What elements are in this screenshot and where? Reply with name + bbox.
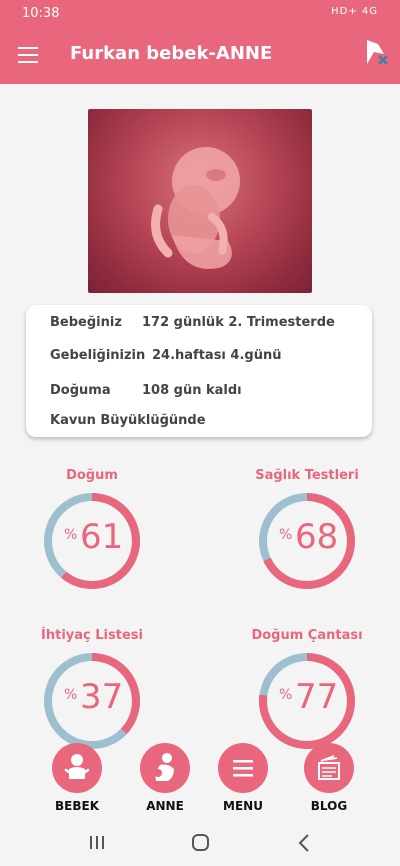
info-row-size: Kavun Büyüklüğünde <box>50 413 206 428</box>
pregnancy-info-card: Bebeğiniz 172 günlük 2. Trimesterde Gebe… <box>26 305 372 437</box>
info-label: Bebeğiniz <box>50 315 122 330</box>
info-label: Kavun Büyüklüğünde <box>50 413 206 428</box>
app-title: Furkan bebek-ANNE <box>70 43 273 64</box>
gauge-label: Doğum Çantası <box>251 628 363 643</box>
baby-icon[interactable] <box>52 743 102 793</box>
info-value: 24.haftası 4.günü <box>152 348 282 363</box>
nav-label: MENU <box>223 799 263 813</box>
info-value: 108 gün kaldı <box>142 383 242 398</box>
gauge-value: 77 <box>295 677 339 717</box>
status-bar: 10:38 HD+ 4G <box>0 0 400 28</box>
hamburger-menu-icon[interactable] <box>18 47 38 63</box>
app-bar: Furkan bebek-ANNE <box>0 28 400 84</box>
percent-sign: % <box>64 687 78 703</box>
gauge-dogum-cantasi[interactable]: Doğum Çantası % 77 <box>247 628 367 751</box>
gauge-ihtiyac-listesi[interactable]: İhtiyaç Listesi % 37 <box>32 628 152 751</box>
gauge-ring: % 68 <box>257 491 357 591</box>
bottom-nav: BEBEK ANNE MENU BLOG <box>0 735 400 817</box>
percent-sign: % <box>279 527 293 543</box>
recent-apps-icon[interactable] <box>90 836 104 849</box>
nav-bebek[interactable]: BEBEK <box>42 743 112 813</box>
embryo-image <box>88 109 312 293</box>
gauge-label: İhtiyaç Listesi <box>41 628 143 643</box>
gauge-ring: % 61 <box>42 491 142 591</box>
info-row-week: Gebeliğinizin 24.haftası 4.günü <box>50 348 281 363</box>
back-icon[interactable] <box>298 834 309 852</box>
status-time: 10:38 <box>22 6 60 21</box>
app-logo-icon[interactable] <box>364 38 390 68</box>
nav-label: BLOG <box>310 799 348 813</box>
mother-icon[interactable] <box>140 743 190 793</box>
percent-sign: % <box>64 527 78 543</box>
gauge-value: 68 <box>295 517 339 557</box>
gauge-dogum[interactable]: Doğum % 61 <box>32 468 152 591</box>
nav-anne[interactable]: ANNE <box>130 743 200 813</box>
nav-blog[interactable]: BLOG <box>294 743 364 813</box>
gauge-label: Doğum <box>66 468 118 483</box>
info-row-baby: Bebeğiniz 172 günlük 2. Trimesterde <box>50 315 335 330</box>
nav-label: ANNE <box>146 799 184 813</box>
nav-label: BEBEK <box>55 799 99 813</box>
gauge-value: 37 <box>80 677 124 717</box>
system-nav-bar <box>0 818 400 866</box>
status-indicators: HD+ 4G <box>331 6 378 17</box>
info-label: Gebeliğinizin <box>50 348 146 363</box>
menu-icon[interactable] <box>218 743 268 793</box>
gauge-value: 61 <box>80 517 124 557</box>
gauge-saglik-testleri[interactable]: Sağlık Testleri % 68 <box>247 468 367 591</box>
info-row-due: Doğuma 108 gün kaldı <box>50 383 242 398</box>
info-label: Doğuma <box>50 383 111 398</box>
nav-menu[interactable]: MENU <box>208 743 278 813</box>
info-value: 172 günlük 2. Trimesterde <box>142 315 335 330</box>
blog-icon[interactable] <box>304 743 354 793</box>
gauge-label: Sağlık Testleri <box>255 468 359 483</box>
home-icon[interactable] <box>192 834 209 851</box>
percent-sign: % <box>279 687 293 703</box>
